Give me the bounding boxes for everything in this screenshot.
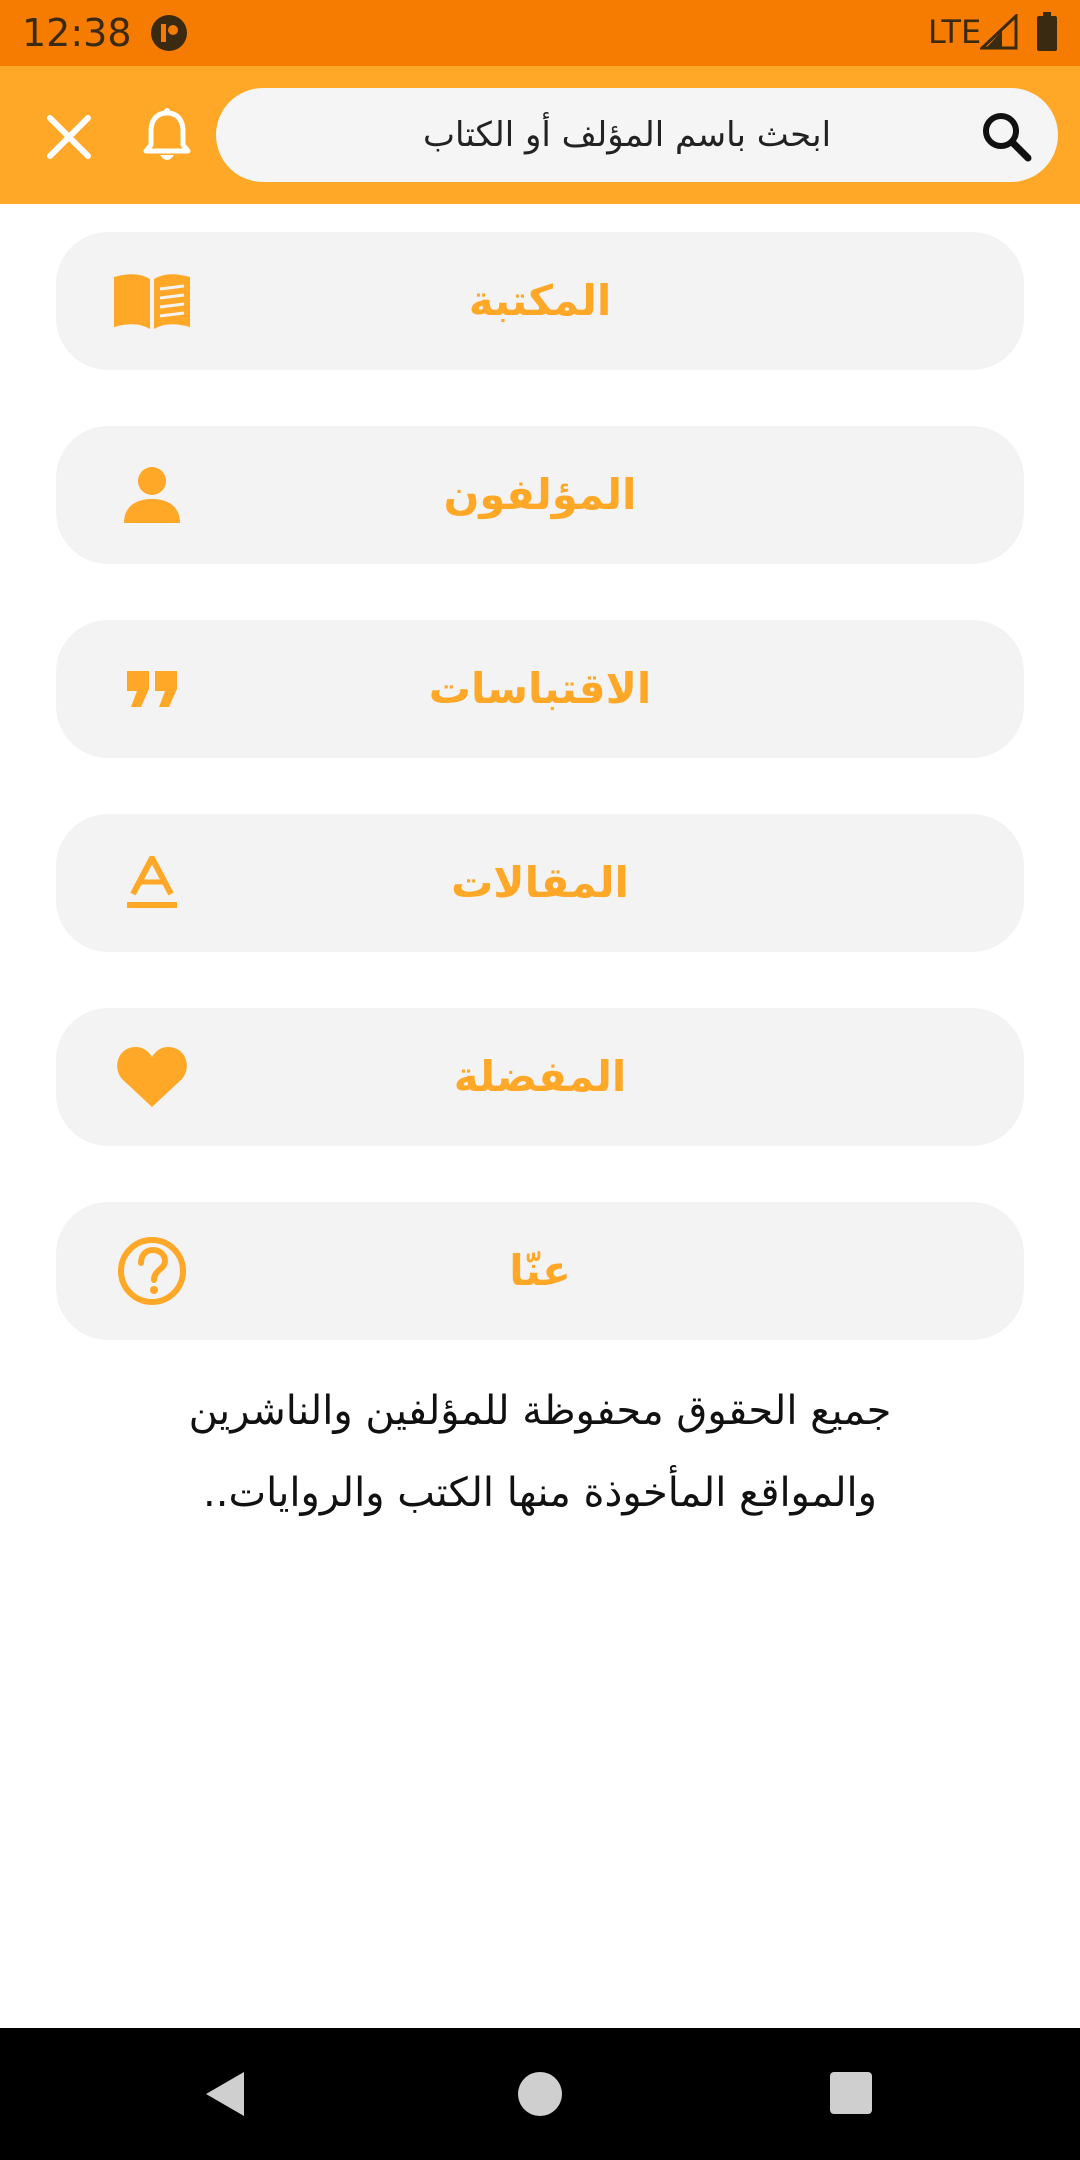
menu-label: المؤلفون	[443, 470, 637, 519]
menu-label: الاقتباسات	[428, 664, 652, 713]
main-menu: المكتبة المؤلفون الاقتباسات المقالات الم…	[56, 232, 1024, 1396]
menu-label: المكتبة	[468, 276, 612, 325]
notifications-button[interactable]	[134, 102, 200, 172]
system-navigation-bar	[0, 2028, 1080, 2160]
copyright-notice: جميع الحقوق محفوظة للمؤلفين والناشرين وا…	[100, 1370, 980, 1534]
menu-item-articles[interactable]: المقالات	[56, 814, 1024, 952]
menu-item-authors[interactable]: المؤلفون	[56, 426, 1024, 564]
app-notification-icon	[151, 15, 187, 51]
menu-item-quotes[interactable]: الاقتباسات	[56, 620, 1024, 758]
copyright-line-2: والمواقع المأخوذة منها الكتب والروايات..	[203, 1470, 877, 1516]
close-icon	[47, 115, 91, 159]
app-bar: ابحث باسم المؤلف أو الكتاب	[0, 66, 1080, 204]
home-icon[interactable]	[518, 2072, 562, 2116]
close-button[interactable]	[36, 104, 102, 170]
menu-label: عنّا	[509, 1246, 571, 1295]
menu-item-library[interactable]: المكتبة	[56, 232, 1024, 370]
bell-icon	[143, 108, 191, 160]
search-icon[interactable]	[980, 110, 1032, 162]
search-input[interactable]: ابحث باسم المؤلف أو الكتاب	[216, 88, 1058, 182]
search-placeholder: ابحث باسم المؤلف أو الكتاب	[422, 115, 832, 155]
copyright-line-1: جميع الحقوق محفوظة للمؤلفين والناشرين	[188, 1388, 892, 1434]
battery-icon	[1037, 12, 1057, 51]
menu-label: المقالات	[451, 858, 629, 907]
status-time: 12:38	[22, 11, 132, 55]
status-bar: 12:38 LTE	[0, 0, 1080, 66]
recent-apps-icon[interactable]	[830, 2072, 872, 2114]
menu-label: المفضلة	[453, 1052, 627, 1101]
menu-item-about[interactable]: عنّا	[56, 1202, 1024, 1340]
back-icon[interactable]	[200, 2068, 252, 2120]
menu-item-favorites[interactable]: المفضلة	[56, 1008, 1024, 1146]
network-type: LTE	[928, 13, 982, 51]
signal-icon	[980, 14, 1018, 50]
